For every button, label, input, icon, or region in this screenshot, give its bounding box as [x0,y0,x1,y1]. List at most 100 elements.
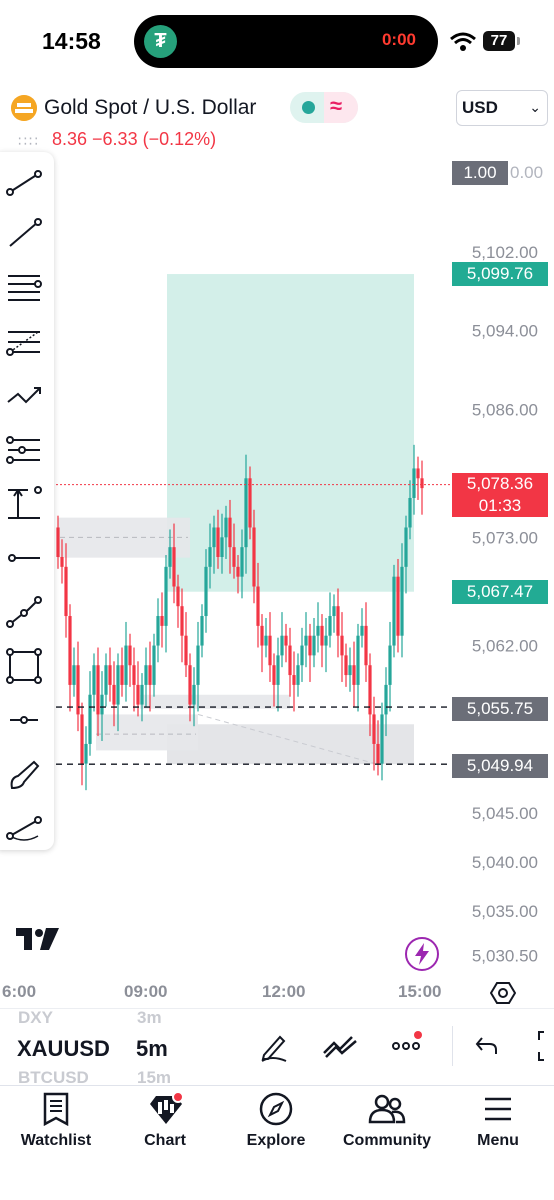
candle-body [216,527,220,557]
more-icon[interactable] [390,1030,426,1056]
horizontal-lines-icon[interactable] [4,268,44,308]
path-icon[interactable] [4,376,44,416]
candle-body [384,684,388,715]
currency-select[interactable]: USD ⌄ [456,90,548,126]
price-axis-label: 5,030.50 [472,946,538,965]
divider [0,1008,554,1009]
candle-body [68,616,72,685]
tether-icon: ₮ [144,25,177,58]
flash-icon[interactable] [405,937,439,971]
candle-body [136,684,140,705]
prev-symbol[interactable]: DXY [18,1008,53,1028]
price-axis-label: 5,073.00 [472,528,538,547]
candle-body [140,684,144,705]
candle-body [156,616,160,646]
candle-body [284,635,288,646]
indicators-icon[interactable] [322,1033,358,1061]
candle-body [344,655,348,676]
candle-body [268,635,272,666]
fib-retracement-icon[interactable] [4,322,44,362]
line-price-tag-1: 5,055.75 [452,697,548,721]
candle-body [192,684,196,705]
candle-body [324,635,328,646]
candle-body [244,478,248,548]
rectangle-icon[interactable] [4,646,44,686]
next-interval[interactable]: 15m [137,1068,171,1084]
candle-body [232,547,236,567]
candle-body [204,566,208,617]
market-status-pill[interactable]: ≈ [290,92,358,123]
candle-body [380,714,384,764]
candle-body [184,635,188,666]
next-symbol[interactable]: BTCUSD [18,1068,89,1084]
price-label-partial: 0.00 [510,163,544,182]
candle-body [96,665,100,715]
time-tick: 15:00 [398,982,442,1001]
candle-body [308,635,312,656]
chart-settings-icon[interactable] [490,980,516,1006]
fib-extension-icon[interactable] [4,430,44,470]
chart-icon [150,1092,184,1124]
candle-body [356,635,360,685]
wave-icon: ≈ [330,93,343,118]
candle-body [220,537,224,557]
candle-body [132,665,136,685]
interval-selector[interactable]: 5m [136,1036,168,1062]
candle-body [128,645,132,666]
wifi-icon [450,32,476,51]
brush-icon[interactable] [4,754,44,794]
drawing-toolbar [0,152,54,850]
price-scale-tag[interactable]: 1.00 [452,161,508,185]
market-open-icon [302,101,315,114]
symbol-title[interactable]: Gold Spot / U.S. Dollar [44,96,256,120]
candle-body [312,635,316,656]
candle-body [388,645,392,685]
horizontal-ray-icon[interactable] [4,538,44,578]
fullscreen-icon[interactable] [536,1030,554,1062]
candle-body [248,478,252,528]
candle-body [108,665,112,685]
candle-body [416,468,420,479]
undo-icon[interactable] [474,1034,500,1058]
trend-line-icon[interactable] [4,162,44,202]
long-position-icon[interactable] [4,484,44,524]
candle-body [212,527,216,548]
price-change: 8.36 −6.33 (−0.12%) [52,129,217,149]
grip-icon[interactable]: ∷∷ [18,133,40,150]
candle-body [340,635,344,656]
candle-body [88,694,92,744]
candle-body [160,616,164,626]
cyclic-lines-icon[interactable] [4,808,44,848]
candle-body [392,576,396,646]
candle-body [372,714,376,744]
candle-body [328,616,332,636]
prev-interval[interactable]: 3m [137,1008,162,1028]
price-label-icon[interactable] [4,700,44,740]
pen-icon[interactable] [258,1031,290,1063]
symbol-selector[interactable]: XAUUSD [17,1036,113,1062]
menu-icon [485,1097,511,1121]
candle-body [300,645,304,666]
stop-price-tag: 5,067.47 [452,580,548,604]
polyline-icon[interactable] [4,592,44,632]
community-icon [368,1094,406,1124]
candle-body [288,645,292,676]
candle-body [200,616,204,646]
candle-body [208,547,212,567]
candle-body [252,527,256,587]
candle-body [172,547,176,587]
candle-body [320,625,324,646]
divider [0,1085,554,1086]
price-axis-label: 5,035.00 [472,902,538,921]
dynamic-island[interactable]: ₮ 0:00 [134,15,438,68]
ray-icon[interactable] [4,214,44,254]
candle-body [400,566,404,636]
nav-label: Watchlist [20,1132,92,1149]
candle-body [124,645,128,685]
candle-body [316,625,320,636]
gold-icon [11,95,37,121]
price-axis-label: 5,045.00 [472,804,538,823]
candle-body [180,606,184,636]
candle-body [188,665,192,705]
candle-body [280,635,284,656]
